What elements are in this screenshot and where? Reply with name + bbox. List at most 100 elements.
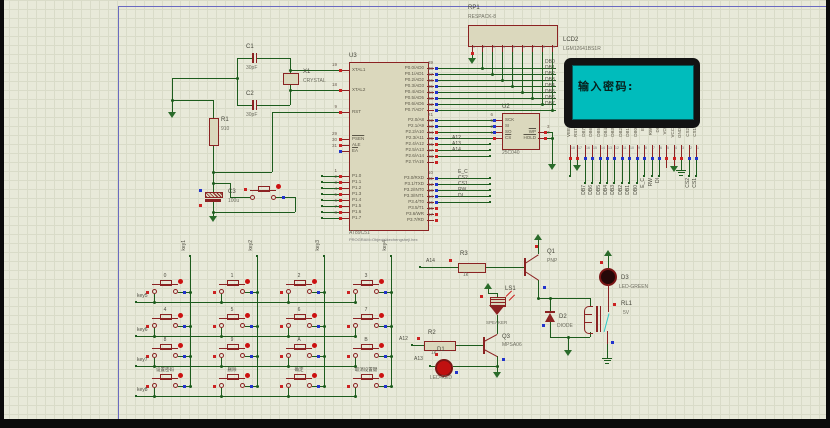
r1-ref: R1 bbox=[221, 117, 229, 123]
reset-button[interactable] bbox=[245, 182, 290, 204]
wire-end bbox=[135, 395, 138, 398]
c1-ref: C1 bbox=[246, 44, 254, 50]
u2-pin-number: 1 bbox=[484, 131, 493, 136]
pin-state-red bbox=[544, 137, 547, 140]
lcd-pin-number: 18 bbox=[571, 147, 575, 151]
relay-rl1[interactable] bbox=[580, 300, 625, 335]
u3-pin-number: 37 bbox=[428, 73, 433, 78]
window-edge-right bbox=[826, 0, 830, 428]
lcd-pin-name-DB0: DB0 bbox=[634, 128, 639, 137]
net-label-lcd-DB5: DB5 bbox=[597, 185, 602, 195]
u3-pin-number: 34 bbox=[428, 91, 433, 96]
keypad-button-1[interactable] bbox=[213, 273, 255, 297]
u3-pin-number: 9 bbox=[324, 105, 337, 110]
pin-state-red bbox=[339, 187, 342, 190]
u3-pin-number: 13 bbox=[428, 189, 433, 194]
led-d3[interactable] bbox=[595, 264, 617, 286]
lcd-pin-name-DB7: DB7 bbox=[582, 128, 587, 137]
junction-dot bbox=[481, 67, 484, 70]
u3-pin-number: 16 bbox=[428, 207, 433, 212]
wire bbox=[659, 160, 660, 176]
respack-rp1[interactable] bbox=[468, 20, 558, 48]
pin-state-blue bbox=[435, 103, 438, 106]
keypad-button-6[interactable] bbox=[280, 307, 322, 331]
keypad-button-A[interactable] bbox=[280, 337, 322, 361]
wire-end bbox=[489, 149, 492, 152]
keypad-button-B[interactable] bbox=[347, 337, 389, 361]
wire-end bbox=[321, 199, 324, 202]
pin-state-blue bbox=[688, 157, 691, 160]
pin-state-blue bbox=[435, 85, 438, 88]
keypad-button-2[interactable] bbox=[280, 273, 322, 297]
led-d1[interactable] bbox=[432, 355, 454, 377]
wire bbox=[322, 218, 339, 219]
keypad-button-4[interactable] bbox=[146, 307, 188, 331]
keypad-button-5[interactable] bbox=[213, 307, 255, 331]
u3-pin-number: 10 bbox=[428, 171, 433, 176]
lcd-pin-number: 5 bbox=[667, 147, 669, 151]
u3-pin-number: 6 bbox=[324, 199, 337, 204]
u3-pin-number: 23 bbox=[428, 125, 433, 130]
u3-pin-number: 4 bbox=[324, 187, 337, 192]
pin-state-blue bbox=[621, 157, 624, 160]
ground-icon bbox=[564, 350, 572, 356]
d1-ref: D1 bbox=[437, 347, 445, 353]
wire bbox=[272, 112, 342, 113]
keypad-button-删除[interactable] bbox=[213, 367, 255, 391]
keypad-button-3[interactable] bbox=[347, 273, 389, 297]
junction-dot bbox=[323, 385, 326, 388]
keypad-button-0[interactable] bbox=[146, 273, 188, 297]
lcd-pin-name-DB5: DB5 bbox=[597, 128, 602, 137]
pin-state-red bbox=[339, 144, 342, 147]
net-label-key1: key1 bbox=[182, 240, 187, 251]
keypad-button-确定[interactable] bbox=[280, 367, 322, 391]
pin-state-blue bbox=[628, 157, 631, 160]
mcu-u3[interactable] bbox=[349, 62, 427, 229]
wire-end bbox=[135, 365, 138, 368]
speaker-ls1[interactable] bbox=[484, 288, 516, 322]
keypad-button-设置密码[interactable] bbox=[146, 367, 188, 391]
pin-state-blue bbox=[493, 125, 496, 128]
capacitor-c3[interactable] bbox=[200, 188, 230, 208]
transistor-q1[interactable] bbox=[520, 250, 545, 282]
wire bbox=[652, 160, 653, 176]
wire bbox=[136, 396, 355, 397]
wire-end bbox=[489, 189, 492, 192]
u3-pin-stub bbox=[427, 220, 434, 221]
wire bbox=[438, 74, 556, 75]
wire bbox=[681, 160, 682, 170]
junction-dot bbox=[189, 385, 192, 388]
pin-state-blue bbox=[643, 157, 646, 160]
keypad-button-7[interactable] bbox=[347, 307, 389, 331]
pin-state-blue bbox=[543, 286, 546, 289]
net-label-key2: key2 bbox=[249, 240, 254, 251]
lcd-pin-name-CS2: CS2 bbox=[686, 128, 691, 137]
wire bbox=[542, 52, 543, 104]
pin-state-blue bbox=[658, 157, 661, 160]
pin-state-red bbox=[665, 157, 668, 160]
wire bbox=[272, 112, 273, 172]
d1-part: LED-RED bbox=[430, 376, 452, 381]
junction-dot bbox=[354, 301, 357, 304]
lcd-pin-number: 6 bbox=[660, 147, 662, 151]
wire-end bbox=[489, 143, 492, 146]
wire bbox=[696, 160, 697, 176]
wire bbox=[257, 105, 290, 106]
keypad-button-取消设置键[interactable] bbox=[347, 367, 389, 391]
u3-pin-stub bbox=[342, 206, 349, 207]
resistor-r3[interactable] bbox=[455, 258, 487, 272]
junction-dot bbox=[189, 355, 192, 358]
wire-end bbox=[419, 266, 422, 269]
wire-end bbox=[489, 155, 492, 158]
wire bbox=[438, 104, 556, 105]
c2-plate bbox=[256, 100, 258, 110]
junction-dot bbox=[531, 97, 534, 100]
eeprom-u2[interactable] bbox=[500, 108, 542, 153]
keypad-button-9[interactable] bbox=[213, 337, 255, 361]
wire-end bbox=[489, 195, 492, 198]
keypad-button-8[interactable] bbox=[146, 337, 188, 361]
wire bbox=[568, 337, 569, 350]
junction-dot bbox=[551, 109, 554, 112]
lcd-pin-number: 7 bbox=[653, 147, 655, 151]
wire bbox=[492, 52, 493, 74]
